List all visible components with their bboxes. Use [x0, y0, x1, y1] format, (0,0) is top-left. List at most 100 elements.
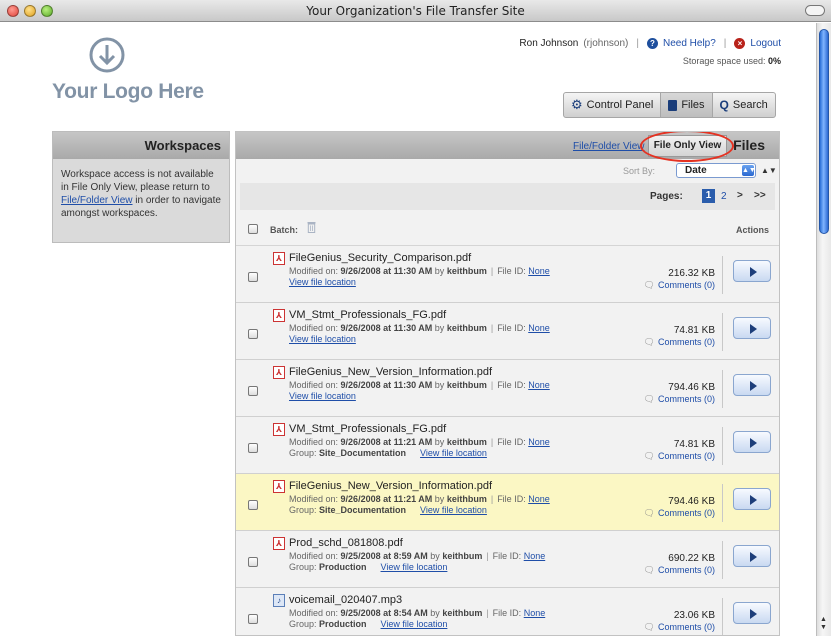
file-name[interactable]: VM_Stmt_Professionals_FG.pdf	[289, 309, 446, 321]
last-page-link[interactable]: >>	[754, 190, 766, 201]
file-meta: Modified on: 9/26/2008 at 11:21 AM by ke…	[289, 437, 550, 447]
tab-files[interactable]: Files	[661, 93, 713, 117]
vertical-scrollbar[interactable]: ▲ ▼	[816, 23, 831, 636]
divider: |	[490, 437, 494, 447]
file-id-label: File ID:	[497, 266, 526, 276]
select-all-checkbox[interactable]	[248, 224, 258, 234]
comments-link[interactable]: 🗨 Comments (0)	[644, 394, 715, 405]
file-date: 9/26/2008 at 11:21 AM	[340, 494, 433, 504]
file-id-link[interactable]: None	[528, 266, 550, 276]
file-location-line: View file location	[289, 277, 356, 287]
tab-files-label: Files	[681, 99, 705, 111]
scrollbar-thumb[interactable]	[819, 29, 829, 234]
divider: |	[723, 38, 727, 49]
file-row[interactable]: ⅄ Prod_schd_081808.pdf Modified on: 9/25/2…	[236, 531, 779, 588]
view-file-location-link[interactable]: View file location	[420, 505, 487, 515]
row-checkbox[interactable]	[248, 500, 258, 510]
comments-link[interactable]: 🗨 Comments (0)	[644, 280, 715, 291]
storage-value: 0%	[767, 56, 781, 66]
pdf-file-icon: ⅄	[273, 423, 285, 436]
by-label: by	[434, 323, 445, 333]
modified-label: Modified on:	[289, 608, 339, 618]
row-checkbox[interactable]	[248, 557, 258, 567]
file-name[interactable]: FileGenius_Security_Comparison.pdf	[289, 252, 471, 264]
file-action-button[interactable]	[733, 374, 771, 396]
trash-icon[interactable]	[307, 221, 316, 233]
comments-link[interactable]: 🗨 Comments (0)	[644, 565, 715, 576]
file-row[interactable]: ⅄ VM_Stmt_Professionals_FG.pdf Modified on…	[236, 417, 779, 474]
by-label: by	[434, 380, 445, 390]
file-action-button[interactable]	[733, 431, 771, 453]
comment-bubble-icon: 🗨	[643, 337, 655, 347]
divider	[722, 313, 723, 351]
by-label: by	[430, 608, 440, 618]
comments-link[interactable]: 🗨 Comments (0)	[644, 337, 715, 348]
file-folder-view-link[interactable]: File/Folder View	[61, 195, 133, 206]
comments-link[interactable]: 🗨 Comments (0)	[644, 451, 715, 462]
help-icon: ?	[646, 38, 658, 49]
row-checkbox[interactable]	[248, 614, 258, 624]
file-meta: Modified on: 9/26/2008 at 11:21 AM by ke…	[289, 494, 550, 504]
storage-usage: Storage space used: 0%	[683, 56, 781, 66]
row-checkbox[interactable]	[248, 272, 258, 282]
row-checkbox[interactable]	[248, 443, 258, 453]
comments-link[interactable]: 🗨 Comments (0)	[644, 622, 715, 633]
file-row[interactable]: ⅄ FileGenius_Security_Comparison.pdf Modif…	[236, 246, 779, 303]
sort-bar: Sort By: Date ▲▼ ▲▼	[236, 159, 779, 183]
file-row[interactable]: ⅄ VM_Stmt_Professionals_FG.pdf Modified on…	[236, 303, 779, 360]
view-file-location-link[interactable]: View file location	[420, 448, 487, 458]
file-id-link[interactable]: None	[528, 494, 550, 504]
row-checkbox[interactable]	[248, 386, 258, 396]
file-name[interactable]: FileGenius_New_Version_Information.pdf	[289, 366, 492, 378]
pdf-file-icon: ⅄	[273, 366, 285, 379]
file-name[interactable]: Prod_schd_081808.pdf	[289, 537, 403, 549]
file-name[interactable]: FileGenius_New_Version_Information.pdf	[289, 480, 492, 492]
file-row[interactable]: ♪ voicemail_020407.mp3 Modified on: 9/25/2…	[236, 588, 779, 635]
storage-label: Storage space used:	[682, 56, 766, 66]
file-action-button[interactable]	[733, 602, 771, 624]
row-checkbox[interactable]	[248, 329, 258, 339]
file-folder-view-tab[interactable]: File/Folder View	[573, 141, 645, 152]
comment-bubble-icon: 🗨	[643, 451, 655, 461]
scroll-arrows-icon[interactable]: ▲ ▼	[820, 616, 827, 632]
tab-search[interactable]: Q Search	[713, 93, 775, 117]
file-id-link[interactable]: None	[524, 551, 546, 561]
file-size: 216.32 KB	[668, 268, 715, 279]
toolbar-toggle-button[interactable]	[805, 5, 825, 16]
sort-direction-icon[interactable]: ▲▼	[761, 166, 777, 175]
divider	[722, 427, 723, 465]
file-id-link[interactable]: None	[528, 323, 550, 333]
file-id-link[interactable]: None	[528, 437, 550, 447]
view-file-location-link[interactable]: View file location	[381, 562, 448, 572]
file-action-button[interactable]	[733, 545, 771, 567]
view-file-location-link[interactable]: View file location	[289, 277, 356, 287]
view-file-location-link[interactable]: View file location	[289, 334, 356, 344]
file-id-link[interactable]: None	[524, 608, 546, 618]
comments-label: Comments (0)	[657, 337, 715, 347]
next-page-link[interactable]: >	[737, 190, 743, 201]
file-size: 794.46 KB	[668, 496, 715, 507]
page-2-link[interactable]: 2	[721, 191, 727, 202]
comments-label: Comments (0)	[657, 622, 715, 632]
file-name[interactable]: VM_Stmt_Professionals_FG.pdf	[289, 423, 446, 435]
view-file-location-link[interactable]: View file location	[381, 619, 448, 629]
tab-search-label: Search	[732, 99, 768, 111]
file-action-button[interactable]	[733, 488, 771, 510]
annotation-circle	[640, 132, 734, 162]
file-id-link[interactable]: None	[528, 380, 550, 390]
divider	[722, 484, 723, 522]
file-row[interactable]: ⅄ FileGenius_New_Version_Information.pdf M…	[236, 474, 779, 531]
file-row[interactable]: ⅄ FileGenius_New_Version_Information.pdf M…	[236, 360, 779, 417]
gear-icon: ⚙	[571, 97, 583, 112]
need-help-link[interactable]: Need Help?	[663, 38, 716, 49]
file-name[interactable]: voicemail_020407.mp3	[289, 594, 402, 606]
tab-control-panel[interactable]: ⚙ Control Panel	[564, 93, 662, 117]
file-id-label: File ID:	[492, 608, 522, 618]
file-action-button[interactable]	[733, 260, 771, 282]
view-file-location-link[interactable]: View file location	[289, 391, 356, 401]
comments-link[interactable]: 🗨 Comments (0)	[644, 508, 715, 519]
logout-link[interactable]: Logout	[750, 38, 781, 49]
comment-bubble-icon: 🗨	[643, 622, 655, 632]
sort-select[interactable]: Date ▲▼	[676, 163, 756, 178]
file-action-button[interactable]	[733, 317, 771, 339]
